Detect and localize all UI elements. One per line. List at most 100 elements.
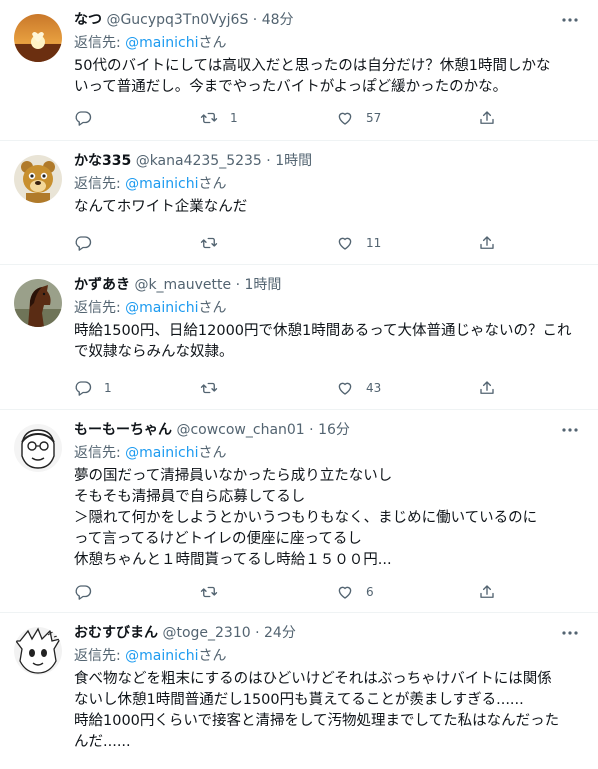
text-line: ＞隠れて何かをしようとかいうつもりもなく、まじめに働いているのに (74, 510, 538, 526)
retweet-icon (200, 586, 218, 598)
like-button[interactable]: 11 (336, 233, 381, 253)
like-count: 11 (366, 236, 382, 250)
share-icon (480, 111, 494, 124)
share-icon (480, 585, 494, 598)
heart-icon (338, 382, 352, 395)
tweet[interactable]: なつ @Gucypq3Tn0Vyj6S · 48分 返信先: @mainichi… (0, 0, 598, 141)
reply-prefix: 返信先: (74, 300, 126, 316)
action-bar: 6 (74, 582, 504, 602)
reply-icon (75, 236, 92, 251)
reply-suffix: さん (198, 35, 227, 51)
display-name[interactable]: もーもーちゃん (74, 422, 172, 438)
user-handle[interactable]: @cowcow_chan01 (176, 422, 304, 438)
tweet-header: かな335 @kana4235_5235 · 1時間 (74, 151, 558, 171)
text-line: 50代のバイトにしては高収入だと思ったのは自分だけ？休憩1時間しかな (74, 58, 551, 74)
mention-link[interactable]: @mainichi (125, 300, 198, 316)
share-button[interactable] (478, 233, 496, 253)
timestamp[interactable]: 48分 (262, 12, 294, 28)
reply-context: 返信先: @mainichiさん (74, 174, 227, 194)
share-icon (480, 236, 494, 249)
timestamp[interactable]: 1時間 (275, 153, 312, 169)
separator: · (255, 625, 260, 641)
display-name[interactable]: かずあき (74, 277, 130, 293)
more-options-icon[interactable] (560, 10, 580, 30)
timestamp[interactable]: 24分 (264, 625, 296, 641)
retweet-icon (200, 112, 218, 124)
retweet-button[interactable]: 1 (200, 108, 238, 128)
reply-button[interactable]: 1 (74, 378, 112, 398)
heart-icon (338, 586, 352, 599)
share-button[interactable] (478, 378, 496, 398)
like-count: 6 (366, 585, 374, 599)
retweet-button[interactable] (200, 378, 230, 398)
mention-link[interactable]: @mainichi (125, 176, 198, 192)
tweet-header: もーもーちゃん @cowcow_chan01 · 16分 (74, 420, 558, 440)
share-button[interactable] (478, 582, 496, 602)
reply-prefix: 返信先: (74, 35, 126, 51)
user-handle[interactable]: @toge_2310 (162, 625, 250, 641)
reply-prefix: 返信先: (74, 648, 126, 664)
reply-icon (75, 381, 92, 396)
reply-context: 返信先: @mainichiさん (74, 298, 227, 318)
horse-avatar[interactable] (14, 279, 62, 327)
like-button[interactable]: 6 (336, 582, 374, 602)
like-count: 57 (366, 111, 382, 125)
display-name[interactable]: なつ (74, 12, 102, 28)
timestamp[interactable]: 16分 (318, 422, 350, 438)
reply-button[interactable] (74, 108, 104, 128)
reply-count: 1 (104, 381, 112, 395)
cartoon-face-avatar[interactable] (14, 424, 62, 472)
reply-icon (75, 111, 92, 126)
text-line: 夢の国だって清掃員いなかったら成り立たないし (74, 468, 393, 484)
reply-prefix: 返信先: (74, 176, 126, 192)
action-bar: 1 57 (74, 108, 504, 128)
text-line: 食べ物などを粗末にするのはひどいけどそれはぶっちゃけバイトには関係 (74, 671, 552, 687)
retweet-button[interactable] (200, 582, 230, 602)
like-button[interactable]: 43 (336, 378, 381, 398)
timestamp[interactable]: 1時間 (245, 277, 282, 293)
mention-link[interactable]: @mainichi (125, 35, 198, 51)
retweet-icon (200, 237, 218, 249)
like-button[interactable]: 57 (336, 108, 381, 128)
text-line: 時給1500円、日給12000円で休憩1時間あるって大体普通じゃないの？これ (74, 323, 572, 339)
reply-suffix: さん (198, 445, 227, 461)
reply-icon (75, 585, 92, 600)
action-bar: 11 (74, 233, 504, 253)
user-handle[interactable]: @k_mauvette (134, 277, 231, 293)
reply-suffix: さん (198, 176, 227, 192)
text-line: ないし休憩1時間普通だし1500円も貰えてることが羨ましすぎる...... (74, 692, 524, 708)
reply-context: 返信先: @mainichiさん (74, 443, 227, 463)
retweet-icon (200, 382, 218, 394)
tweet[interactable]: かな335 @kana4235_5235 · 1時間 返信先: @mainich… (0, 141, 598, 265)
heart-icon (338, 237, 352, 250)
reply-context: 返信先: @mainichiさん (74, 33, 227, 53)
tweet-text: 食べ物などを粗末にするのはひどいけどそれはぶっちゃけバイトには関係 ないし休憩1… (74, 669, 584, 753)
reply-prefix: 返信先: (74, 445, 126, 461)
manga-avatar[interactable] (14, 627, 62, 675)
sunset-avatar[interactable] (14, 14, 62, 62)
mention-link[interactable]: @mainichi (125, 648, 198, 664)
tweet[interactable]: もーもーちゃん @cowcow_chan01 · 16分 返信先: @maini… (0, 410, 598, 613)
tweet[interactable]: かずあき @k_mauvette · 1時間 返信先: @mainichiさん … (0, 265, 598, 410)
bear-avatar[interactable] (14, 155, 62, 203)
display-name[interactable]: かな335 (74, 153, 131, 169)
retweet-button[interactable] (200, 233, 230, 253)
separator: · (266, 153, 271, 169)
user-handle[interactable]: @kana4235_5235 (136, 153, 262, 169)
reply-button[interactable] (74, 233, 104, 253)
tweet-text: 50代のバイトにしては高収入だと思ったのは自分だけ？休憩1時間しかな いって普通… (74, 56, 584, 98)
more-options-icon[interactable] (560, 420, 580, 440)
more-options-icon[interactable] (560, 623, 580, 643)
share-button[interactable] (478, 108, 496, 128)
reply-button[interactable] (74, 582, 104, 602)
separator: · (235, 277, 241, 293)
text-line: 休憩ちゃんと１時間貰ってるし時給１５００円... (74, 552, 392, 568)
mention-link[interactable]: @mainichi (125, 445, 198, 461)
share-icon (480, 381, 494, 394)
user-handle[interactable]: @Gucypq3Tn0Vyj6S (106, 12, 248, 28)
text-line: そもそも清掃員で自ら応募してるし (74, 489, 306, 505)
tweet-header: なつ @Gucypq3Tn0Vyj6S · 48分 (74, 10, 558, 30)
display-name[interactable]: おむすびまん (74, 625, 158, 641)
tweet-header: おむすびまん @toge_2310 · 24分 (74, 623, 558, 643)
tweet[interactable]: おむすびまん @toge_2310 · 24分 返信先: @mainichiさん… (0, 613, 598, 769)
